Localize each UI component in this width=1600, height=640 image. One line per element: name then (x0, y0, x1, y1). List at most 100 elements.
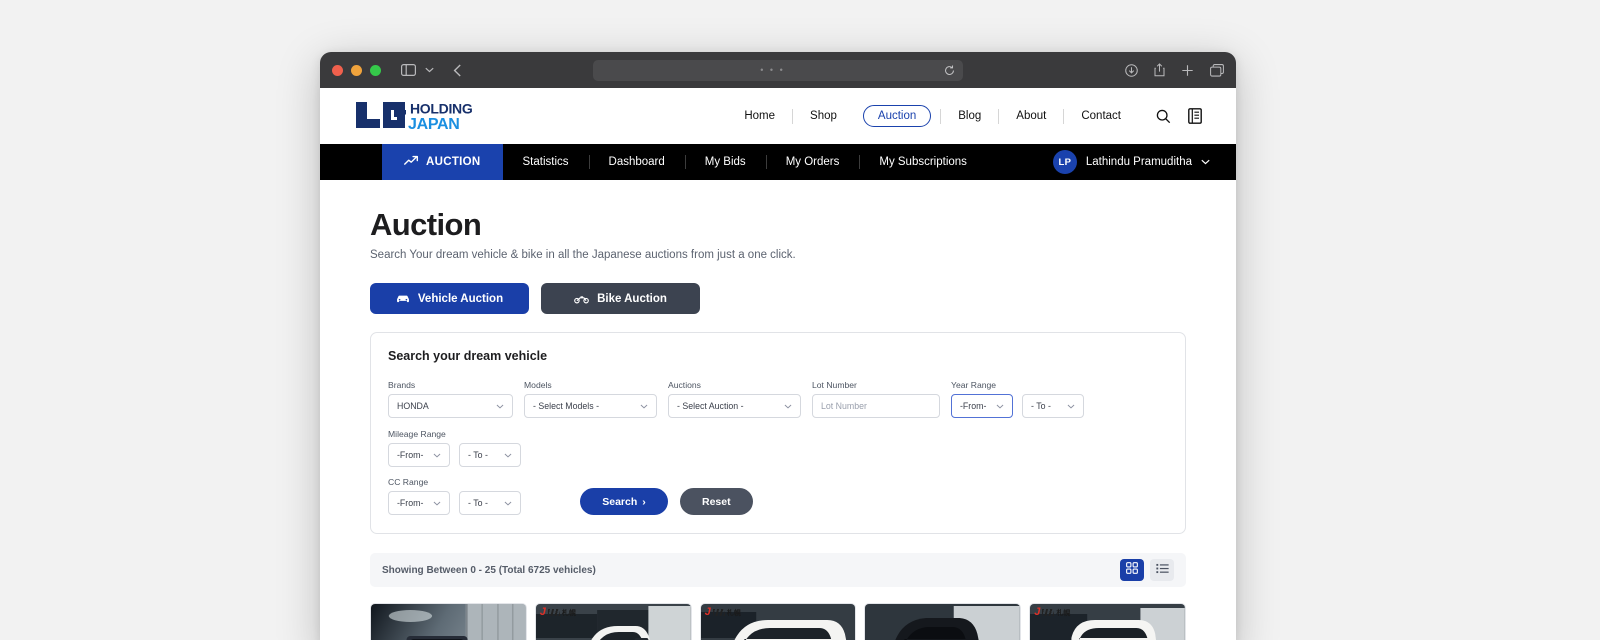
cc-from-select[interactable]: -From- (388, 491, 450, 516)
lot-number-field[interactable]: Lot Number (812, 394, 940, 419)
search-card: Search your dream vehicle Brands HONDA M… (370, 332, 1186, 535)
subnav-spacer (320, 144, 382, 180)
minimize-window-button[interactable] (351, 64, 362, 76)
subnav-item-my-orders[interactable]: My Orders (765, 144, 860, 180)
label-mileage-range: Mileage Range (388, 429, 446, 440)
watermark-bars (712, 609, 725, 617)
mileage-from-select[interactable]: -From- (388, 443, 450, 468)
search-actions: Search › Reset (580, 488, 753, 516)
watermark-text: 札幌 (561, 609, 576, 617)
reset-button-label: Reset (702, 495, 731, 508)
field-cc-range: CC Range -From- - To - (388, 477, 521, 516)
watermark-j: J (539, 606, 546, 619)
subnav-item-auction[interactable]: AUCTION (382, 144, 503, 180)
brands-select[interactable]: HONDA (388, 394, 513, 419)
sidebar-toggle-icon[interactable] (401, 64, 416, 76)
chevron-down-icon (784, 404, 792, 409)
auction-subnav: AUCTION Statistics Dashboard My Bids My … (320, 144, 1236, 180)
label-auctions: Auctions (668, 380, 701, 391)
user-menu[interactable]: LP Lathindu Pramuditha (1052, 144, 1236, 180)
chevron-down-icon[interactable] (425, 67, 434, 73)
cc-to-select[interactable]: - To - (459, 491, 521, 516)
subnav-item-dashboard[interactable]: Dashboard (588, 144, 685, 180)
address-bar[interactable]: • • • (593, 59, 963, 81)
label-lot-number: Lot Number (812, 380, 857, 391)
svg-text:HOLDINGS: HOLDINGS (410, 101, 472, 117)
subnav-item-my-bids[interactable]: My Bids (684, 144, 766, 180)
label-models: Models (524, 380, 552, 391)
document-icon[interactable] (1188, 108, 1202, 124)
site-logo[interactable]: HOLDINGS JAPAN (354, 99, 472, 133)
grid-view-toggle[interactable] (1120, 559, 1144, 582)
subnav-item-statistics[interactable]: Statistics (503, 144, 589, 180)
vehicle-card[interactable] (864, 603, 1022, 640)
vehicle-photo: J 札幌 (535, 604, 691, 640)
nav-item-blog[interactable]: Blog (941, 110, 998, 122)
auction-watermark: J 札幌 (705, 607, 741, 618)
vehicle-auction-label: Vehicle Auction (417, 292, 504, 305)
vehicle-card[interactable] (370, 603, 527, 640)
search-button[interactable]: Search › (580, 488, 668, 516)
view-toggle-group (1120, 559, 1174, 582)
search-icon[interactable] (1156, 109, 1171, 124)
chevron-down-icon (433, 453, 441, 458)
list-view-toggle[interactable] (1150, 559, 1174, 582)
chevron-down-icon (996, 404, 1004, 409)
browser-toolbar-right (1125, 52, 1224, 88)
downloads-icon[interactable] (1125, 63, 1138, 77)
vehicle-photo: J 札幌 (1030, 604, 1185, 640)
search-fields-row-1: Brands HONDA Models - Select Models - Au… (388, 380, 1168, 468)
auction-watermark: J 札幌 (540, 607, 576, 618)
vehicle-auction-button[interactable]: Vehicle Auction (370, 283, 529, 315)
field-auctions: Auctions - Select Auction - (668, 380, 801, 419)
year-from-select[interactable]: -From- (951, 394, 1013, 419)
vehicle-results-grid: J 札幌 J 札幌 J 札幌 (370, 603, 1186, 640)
watermark-bars (547, 609, 560, 617)
nav-item-home[interactable]: Home (727, 110, 792, 122)
share-icon[interactable] (1154, 63, 1165, 77)
reset-button[interactable]: Reset (680, 488, 753, 516)
field-brands: Brands HONDA (388, 380, 513, 419)
field-year-range: Year Range -From- - To - (951, 380, 1084, 419)
label-brands: Brands (388, 380, 416, 391)
auctions-select[interactable]: - Select Auction - (668, 394, 801, 419)
vehicle-card[interactable]: J 札幌 (699, 603, 857, 640)
site-header: HOLDINGS JAPAN Home Shop Auction Blog Ab… (320, 88, 1236, 144)
page-title: Auction (370, 207, 482, 242)
window-controls (332, 64, 381, 76)
models-select[interactable]: - Select Models - (524, 394, 657, 419)
nav-item-about[interactable]: About (999, 110, 1063, 122)
motorcycle-icon (574, 294, 589, 304)
mileage-to-select[interactable]: - To - (459, 443, 521, 468)
cc-from-value: -From- (397, 498, 424, 509)
cc-to-value: - To - (468, 498, 488, 509)
vehicle-card[interactable]: J 札幌 (1029, 603, 1186, 640)
search-button-label: Search (602, 495, 638, 508)
grid-icon (1126, 561, 1138, 579)
lot-number-placeholder: Lot Number (821, 401, 867, 412)
subnav-item-my-subscriptions[interactable]: My Subscriptions (859, 144, 987, 180)
bike-auction-button[interactable]: Bike Auction (541, 283, 700, 315)
nav-item-contact[interactable]: Contact (1064, 110, 1138, 122)
year-to-select[interactable]: - To - (1022, 394, 1084, 419)
chevron-down-icon (504, 453, 512, 458)
field-mileage-range: Mileage Range -From- - To - (388, 429, 521, 468)
maximize-window-button[interactable] (370, 64, 381, 76)
close-window-button[interactable] (332, 64, 343, 76)
tab-overview-icon[interactable] (1210, 63, 1224, 77)
subnav-auction-label: AUCTION (426, 156, 481, 168)
vehicle-card[interactable]: J 札幌 (534, 603, 692, 640)
results-bar: Showing Between 0 - 25 (Total 6725 vehic… (370, 553, 1186, 588)
year-to-value: - To - (1031, 401, 1051, 412)
address-bar-text: • • • (760, 65, 785, 75)
nav-item-shop[interactable]: Shop (793, 110, 854, 122)
page-content: Auction Search Your dream vehicle & bike… (320, 180, 1236, 640)
mileage-to-value: - To - (468, 450, 488, 461)
brands-value: HONDA (397, 401, 429, 412)
list-icon (1155, 561, 1169, 579)
new-tab-icon[interactable] (1181, 64, 1194, 77)
reload-icon[interactable] (944, 64, 955, 76)
mileage-from-value: -From- (397, 450, 424, 461)
back-icon[interactable] (453, 64, 462, 77)
nav-item-auction[interactable]: Auction (862, 105, 932, 127)
